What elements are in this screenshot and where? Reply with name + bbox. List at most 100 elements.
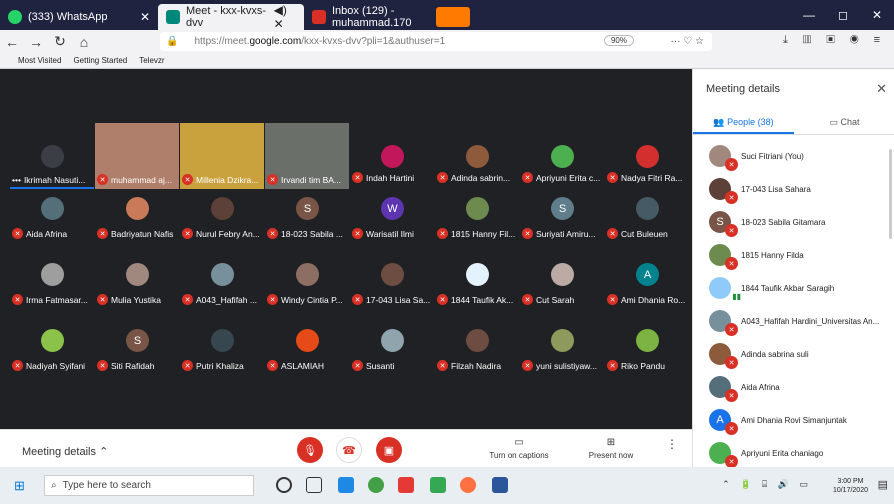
- meet-icon: [166, 10, 180, 24]
- participant-name: ✕ 17-043 Lisa Sa...: [352, 294, 434, 305]
- participant-tile[interactable]: ✕ Indah Hartini: [350, 123, 434, 187]
- participant-tile[interactable]: ✕ Apriyuni Erita c...: [520, 123, 604, 187]
- participant-tile[interactable]: ✕ Adinda sabrin...: [435, 123, 519, 187]
- participant-video[interactable]: ✕ Irvandi tim BA...: [265, 123, 349, 189]
- bookmark-most-visited[interactable]: Most Visited: [18, 56, 61, 65]
- mic-muted-icon: ✕: [725, 323, 738, 336]
- page-actions-icon[interactable]: ··· ♡ ☆: [671, 36, 704, 47]
- meeting-details-button[interactable]: Meeting details ⌃: [22, 445, 108, 458]
- mic-muted-icon: ✕: [267, 360, 278, 371]
- close-window-icon[interactable]: ✕: [860, 0, 894, 30]
- notification-icon[interactable]: ▤: [878, 478, 888, 491]
- participant-tile[interactable]: A ✕ Ami Dhania Ro...: [605, 255, 689, 319]
- system-tray-icons[interactable]: ⌃ 🔋 ⌸ 🔊 ▭: [722, 479, 812, 490]
- participant-tile[interactable]: ✕ yuni sulistiyaw...: [520, 321, 604, 385]
- person-row[interactable]: ▮▮ 1844 Taufik Akbar Saragih: [709, 273, 893, 303]
- audio-close-icon[interactable]: ◀) ✕: [274, 3, 296, 31]
- more-options-icon[interactable]: ⋮: [666, 437, 678, 451]
- browser-tab-bar: (333) WhatsApp ✕ Meet - kxx-kvxs-dvv ◀) …: [0, 0, 894, 31]
- maximize-icon[interactable]: ◻: [826, 0, 860, 30]
- avatar: [551, 263, 574, 286]
- app-icon[interactable]: [430, 477, 446, 493]
- forward-icon[interactable]: →: [24, 34, 48, 50]
- toolbar-icons[interactable]: ⤓ ▥ ▣ ◉ ≡: [783, 34, 886, 47]
- participant-tile[interactable]: ✕ Windy Cintia P...: [265, 255, 349, 319]
- microphone-off-button[interactable]: 🎙: [297, 437, 323, 463]
- firefox-icon[interactable]: [460, 477, 476, 493]
- person-row[interactable]: A ✕ Ami Dhania Rovi Simanjuntak: [709, 405, 893, 435]
- participant-tile[interactable]: ✕ Nadya Fitri Ra...: [605, 123, 689, 187]
- word-icon[interactable]: [492, 477, 508, 493]
- clock[interactable]: 3:00 PM 10/17/2020: [833, 477, 868, 495]
- task-view-icon[interactable]: [306, 477, 322, 493]
- person-row[interactable]: ✕ Apriyuni Erita chaniago: [709, 438, 893, 468]
- participant-tile[interactable]: S ✕ 18-023 Sabila ...: [265, 189, 349, 253]
- avatar: [296, 263, 319, 286]
- present-icon: ⊞: [606, 437, 616, 448]
- windows-start-icon[interactable]: ⊞: [14, 478, 28, 493]
- participant-tile[interactable]: ✕ 1815 Hanny Fil...: [435, 189, 519, 253]
- participant-tile[interactable]: ✕ Susanti: [350, 321, 434, 385]
- person-row[interactable]: ✕ Adinda sabrina suli: [709, 339, 893, 369]
- zoom-level[interactable]: 90%: [603, 35, 634, 46]
- participant-tile[interactable]: ✕ Cut Sarah: [520, 255, 604, 319]
- avatar: [41, 329, 64, 352]
- participant-tile[interactable]: ✕ ASLAMIAH: [265, 321, 349, 385]
- participant-tile[interactable]: ✕ Nurul Febry An...: [180, 189, 264, 253]
- cortana-icon[interactable]: [276, 477, 292, 493]
- tab-whatsapp[interactable]: (333) WhatsApp ✕: [0, 4, 158, 30]
- participant-tile[interactable]: ✕ 17-043 Lisa Sa...: [350, 255, 434, 319]
- participant-video[interactable]: ✕ Millenia Dzikra...: [180, 123, 264, 189]
- file-explorer-icon[interactable]: [338, 477, 354, 493]
- participant-tile[interactable]: ✕ Mulia Yustika: [95, 255, 179, 319]
- office-icon[interactable]: [398, 477, 414, 493]
- participant-tile[interactable]: ✕ Badriyatun Nafis: [95, 189, 179, 253]
- participant-tile[interactable]: ✕ Irma Fatmasar...: [10, 255, 94, 319]
- close-panel-icon[interactable]: ✕: [876, 81, 887, 97]
- avatar: S: [296, 197, 319, 220]
- person-row[interactable]: ✕ Suci Fitriani (You): [709, 141, 893, 171]
- participant-tile[interactable]: ✕ Nadiyah Syifani: [10, 321, 94, 385]
- taskbar-search[interactable]: ⌕ Type here to search: [44, 475, 254, 496]
- person-row[interactable]: ✕ A043_Hafifah Hardini_Universitas An...: [709, 306, 893, 336]
- edge-icon[interactable]: [368, 477, 384, 493]
- hang-up-button[interactable]: ☎: [336, 437, 362, 463]
- back-icon[interactable]: ←: [0, 34, 24, 50]
- video-name: ✕ Irvandi tim BA...: [267, 174, 341, 185]
- url-bar[interactable]: 🔒 https://meet. google.com /kxx-kvxs-dvv…: [160, 32, 712, 51]
- participant-video[interactable]: ••• Ikrimah Nasuti...: [10, 123, 94, 189]
- mic-muted-icon: ✕: [607, 294, 618, 305]
- person-row[interactable]: ✕ 17-043 Lisa Sahara: [709, 174, 893, 204]
- participant-tile[interactable]: ✕ Filzah Nadira: [435, 321, 519, 385]
- participant-tile[interactable]: ✕ A043_Hafifah ...: [180, 255, 264, 319]
- avatar: [381, 263, 404, 286]
- camera-off-button[interactable]: ▣: [376, 437, 402, 463]
- participant-tile[interactable]: W ✕ Warisatil Ilmi: [350, 189, 434, 253]
- person-row[interactable]: ✕ 1815 Hanny Filda: [709, 240, 893, 270]
- participant-name: ✕ 1844 Taufik Ak...: [437, 294, 519, 305]
- captions-button[interactable]: ▭ Turn on captions: [488, 437, 550, 460]
- participant-tile[interactable]: ✕ Cut Buleuen: [605, 189, 689, 253]
- participant-tile[interactable]: ✕ Putri Khaliza: [180, 321, 264, 385]
- reload-icon[interactable]: ↻: [48, 33, 72, 50]
- home-icon[interactable]: ⌂: [72, 34, 96, 50]
- participant-tile[interactable]: ✕ Riko Pandu: [605, 321, 689, 385]
- person-row[interactable]: S ✕ 18-023 Sabila Gitamara: [709, 207, 893, 237]
- tab-chat[interactable]: ▭ Chat: [794, 113, 894, 134]
- participant-tile[interactable]: S ✕ Suriyati Amiru...: [520, 189, 604, 253]
- person-row[interactable]: ✕ Aida Afrina: [709, 372, 893, 402]
- participant-tile[interactable]: ✕ 1844 Taufik Ak...: [435, 255, 519, 319]
- new-tab-button[interactable]: [436, 7, 470, 27]
- scrollbar[interactable]: [889, 149, 892, 239]
- tab-people[interactable]: 👥 People (38): [693, 113, 794, 134]
- close-tab-icon[interactable]: ✕: [140, 10, 150, 24]
- participant-tile[interactable]: S ✕ Siti Rafidah: [95, 321, 179, 385]
- bookmark-getting-started[interactable]: Getting Started: [73, 56, 127, 65]
- bookmark-televzr[interactable]: Televzr: [139, 56, 164, 65]
- minimize-icon[interactable]: —: [792, 0, 826, 30]
- participant-video[interactable]: ✕ muhammad aj...: [95, 123, 179, 189]
- tab-inbox[interactable]: Inbox (129) - muhammad.170: [304, 4, 432, 30]
- tab-meet[interactable]: Meet - kxx-kvxs-dvv ◀) ✕: [158, 3, 304, 31]
- present-button[interactable]: ⊞ Present now: [586, 437, 636, 460]
- participant-tile[interactable]: ✕ Aida Afrina: [10, 189, 94, 253]
